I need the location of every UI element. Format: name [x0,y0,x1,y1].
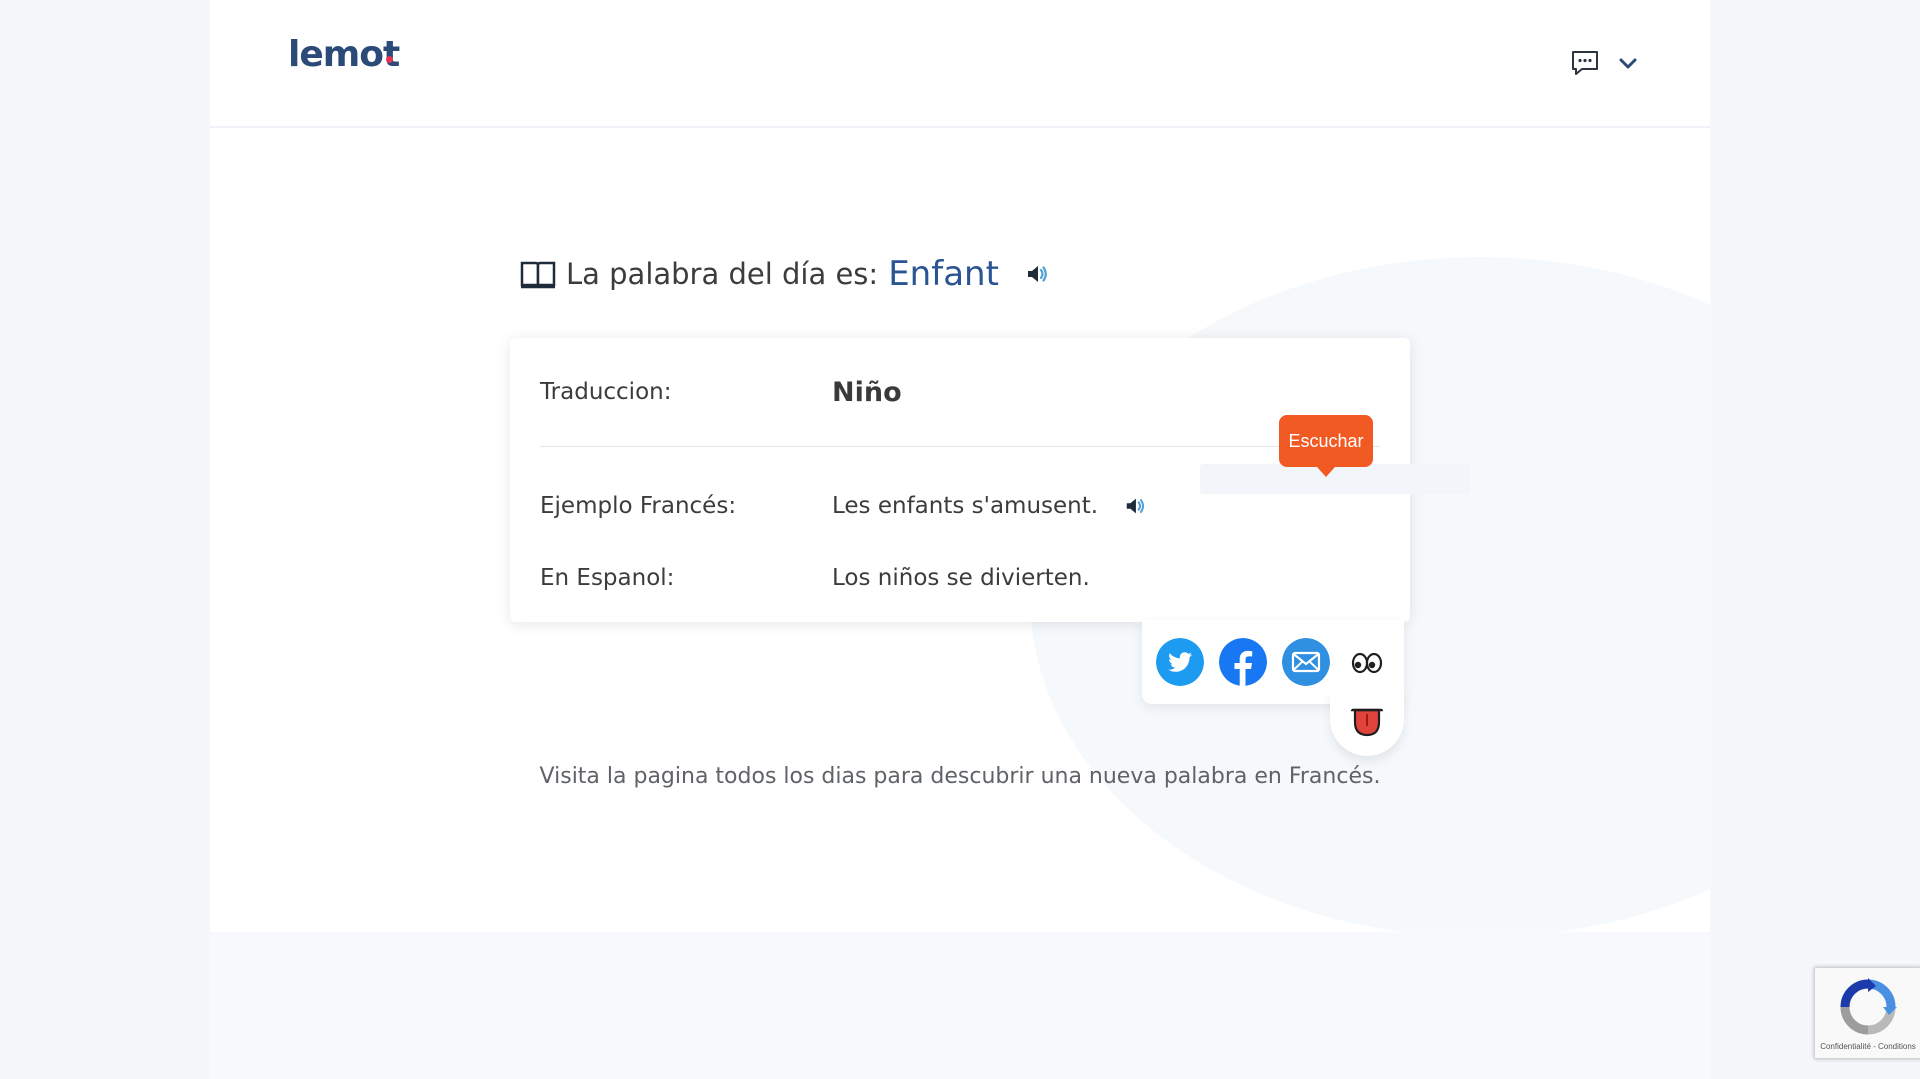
recaptcha-logo-icon [1840,978,1897,1035]
logo[interactable]: lemot [288,34,400,75]
word-card: Traduccion: Niño Ejemplo Francés: Les en… [510,338,1470,622]
speaker-icon[interactable] [1124,495,1146,517]
twitter-icon[interactable] [1156,638,1204,686]
word-of-day-heading: La palabra del día es: Enfant [520,252,1049,296]
page-container: lemot La palabra del día es: Enfant Trad… [210,0,1710,932]
facebook-icon[interactable] [1219,638,1267,686]
logo-dot [386,56,393,63]
chevron-down-icon[interactable] [1616,52,1640,76]
listen-tooltip: Escuchar [1279,415,1373,477]
chat-icon[interactable] [1570,50,1600,76]
eyes-emoji-icon[interactable] [1345,640,1389,684]
email-icon[interactable] [1282,638,1330,686]
example-fr-label: Ejemplo Francés: [540,493,737,519]
open-book-icon [520,261,556,289]
site-header: lemot [210,0,1710,128]
translation-value: Niño [832,376,902,408]
card-divider [540,446,1380,447]
recaptcha-links[interactable]: Confidentialité - Conditions [1815,1042,1920,1051]
example-fr-row: Ejemplo Francés: Les enfants s'amusent. [540,484,1380,528]
tongue-emoji-icon[interactable] [1347,702,1387,742]
page-lower-band [210,932,1710,1079]
translation-label: Traduccion: [540,379,672,405]
example-es-label: En Espanol: [540,565,675,591]
example-fr-value: Les enfants s'amusent. [832,493,1099,519]
word-prefix: La palabra del día es: [566,257,879,291]
example-es-value: Los niños se divierten. [832,565,1090,591]
footer-message: Visita la pagina todos los dias para des… [539,764,1381,789]
example-es-row: En Espanol: Los niños se divierten. [540,556,1380,600]
translation-row: Traduccion: Niño [540,370,1380,414]
recaptcha-badge[interactable]: Confidentialité - Conditions [1814,967,1920,1059]
word-of-day: Enfant [888,254,999,294]
speaker-icon[interactable] [1025,262,1049,286]
